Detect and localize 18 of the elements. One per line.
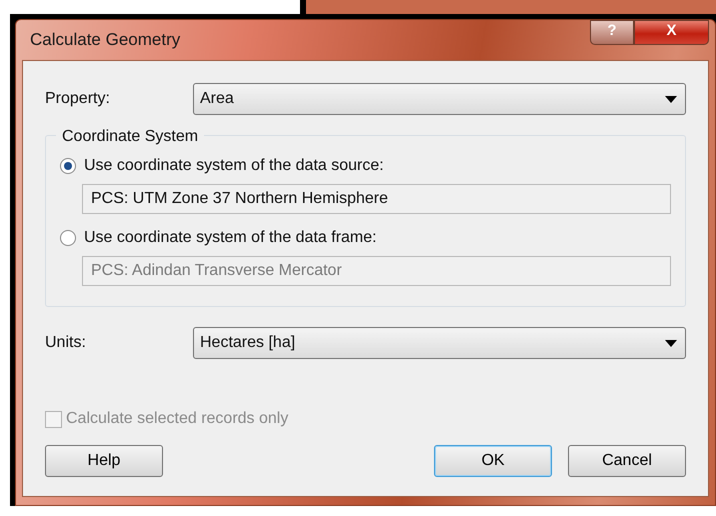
dropdown-arrow-icon [665,96,677,102]
radio-button[interactable] [60,158,76,174]
property-label: Property: [45,89,111,109]
radio-button[interactable] [60,230,76,246]
checkbox-label: Calculate selected records only [66,409,288,429]
text-field[interactable]: PCS: Adindan Transverse Mercator [82,256,671,286]
dialog-button[interactable]: OK [434,445,552,477]
dialog-button[interactable]: Help [45,445,163,477]
dialog-button[interactable]: Cancel [568,445,686,477]
dropdown-arrow-icon [665,340,677,346]
units-label: Units: [45,333,87,353]
units-dropdown[interactable]: Hectares [ha] [193,327,686,359]
property-dropdown[interactable]: Area [193,83,686,115]
radio-label: Use coordinate system of the data frame: [84,228,377,248]
window-title: Calculate Geometry [30,29,180,52]
radio-label: Use coordinate system of the data source: [84,156,384,176]
close-button[interactable]: X [634,20,709,45]
text-field[interactable]: PCS: UTM Zone 37 Northern Hemisphere [82,184,671,214]
